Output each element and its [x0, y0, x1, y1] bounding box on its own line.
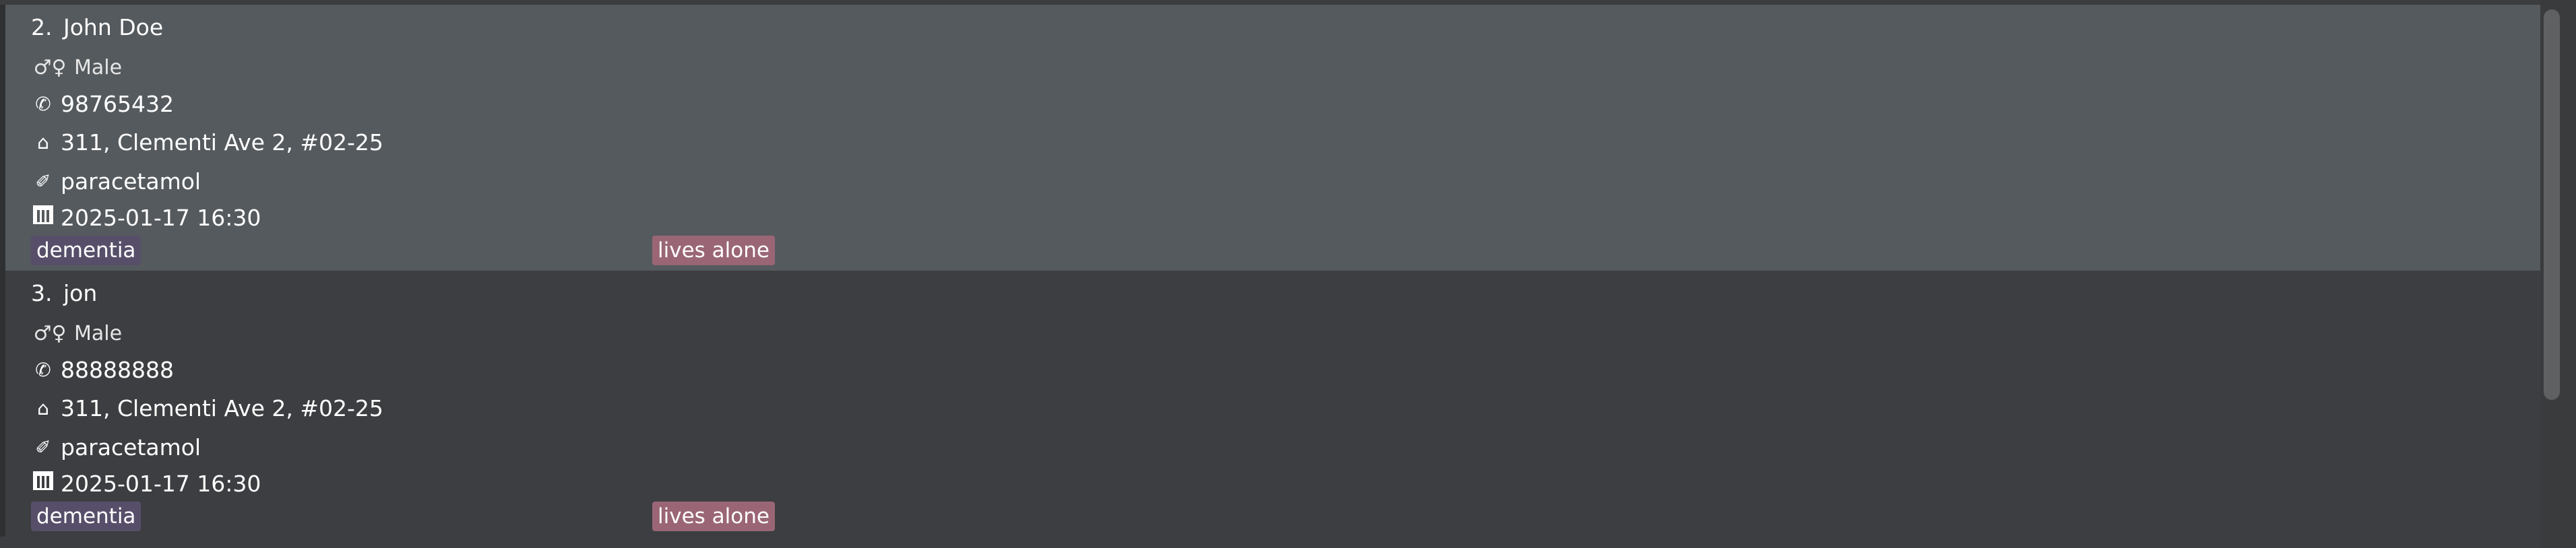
phone-value: 88888888 [61, 357, 174, 383]
pill-icon: ✐ [35, 436, 51, 458]
tag-dementia: dementia [31, 236, 142, 265]
person-index: 3. [31, 280, 53, 306]
person-name: John Doe [63, 14, 164, 40]
address-value: 311, Clementi Ave 2, #02-25 [61, 129, 383, 156]
address-row: ⌂ 311, Clementi Ave 2, #02-25 [31, 394, 383, 423]
appointment-value: 2025-01-17 16:30 [61, 205, 261, 231]
medication-value: paracetamol [61, 168, 201, 195]
appointment-row: 2025-01-17 16:30 [31, 469, 261, 499]
medication-row: ✐ paracetamol [31, 433, 201, 463]
phone-icon: ✆ [35, 359, 51, 381]
tag-lives-alone: lives alone [652, 502, 775, 531]
home-icon: ⌂ [37, 397, 49, 419]
person-card[interactable]: 3. jon ♂♀ Male ✆ 88888888 ⌂ 311, Clement… [0, 271, 2540, 537]
person-name-line: 2. John Doe [31, 11, 163, 44]
gender-row: ♂♀ Male [31, 319, 123, 349]
tag-lives-alone: lives alone [652, 236, 775, 265]
phone-row: ✆ 88888888 [31, 355, 174, 385]
phone-row: ✆ 98765432 [31, 90, 174, 119]
person-list[interactable]: 2. John Doe ♂♀ Male ✆ 98765432 ⌂ 311, Cl… [0, 0, 2540, 548]
calendar-icon [31, 469, 55, 499]
person-index: 2. [31, 14, 53, 40]
person-name: jon [63, 280, 98, 306]
phone-value: 98765432 [61, 91, 174, 117]
appointment-value: 2025-01-17 16:30 [61, 471, 261, 497]
pill-icon: ✐ [35, 170, 51, 193]
gender-value: Male [74, 322, 123, 345]
phone-icon: ✆ [35, 93, 51, 115]
address-value: 311, Clementi Ave 2, #02-25 [61, 395, 383, 421]
tag-dementia: dementia [31, 502, 142, 531]
medication-value: paracetamol [61, 434, 201, 460]
person-card[interactable]: 2. John Doe ♂♀ Male ✆ 98765432 ⌂ 311, Cl… [0, 5, 2540, 271]
list-top-edge [0, 0, 2540, 5]
person-name-line: 3. jon [31, 277, 97, 310]
scrollbar-thumb[interactable] [2544, 9, 2560, 400]
gender-icon: ♂♀ [33, 56, 67, 79]
home-icon: ⌂ [37, 131, 49, 153]
address-row: ⌂ 311, Clementi Ave 2, #02-25 [31, 128, 383, 158]
medication-row: ✐ paracetamol [31, 167, 201, 197]
appointment-row: 2025-01-17 16:30 [31, 203, 261, 233]
calendar-icon [31, 203, 55, 233]
gender-value: Male [74, 56, 123, 79]
gender-icon: ♂♀ [33, 322, 67, 345]
gender-row: ♂♀ Male [31, 53, 123, 83]
